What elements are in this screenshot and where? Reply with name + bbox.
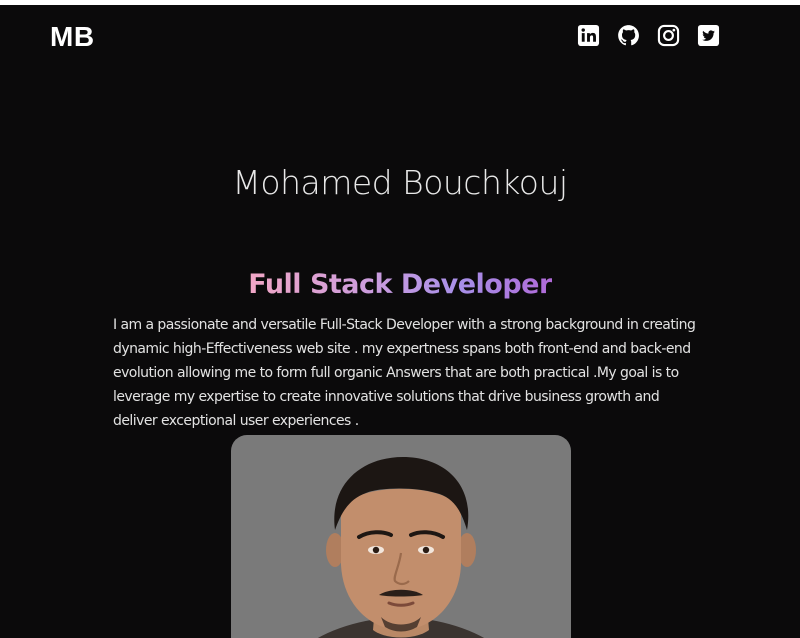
linkedin-icon[interactable] xyxy=(577,24,600,47)
hero-role-text: Full Stack Developer xyxy=(248,269,552,300)
hero-bio: I am a passionate and versatile Full-Sta… xyxy=(113,317,696,429)
twitter-icon[interactable] xyxy=(697,24,720,47)
site-logo[interactable]: MB xyxy=(50,21,95,53)
hero-role: Full Stack Developer xyxy=(0,269,800,300)
portfolio-page: MB Mohamed Bouchkouj Full Stack Develope… xyxy=(0,5,800,638)
instagram-icon[interactable] xyxy=(657,24,680,47)
github-icon[interactable] xyxy=(617,24,640,47)
social-links xyxy=(577,24,720,47)
profile-photo xyxy=(231,435,571,638)
hero-name: Mohamed Bouchkouj xyxy=(232,163,568,202)
